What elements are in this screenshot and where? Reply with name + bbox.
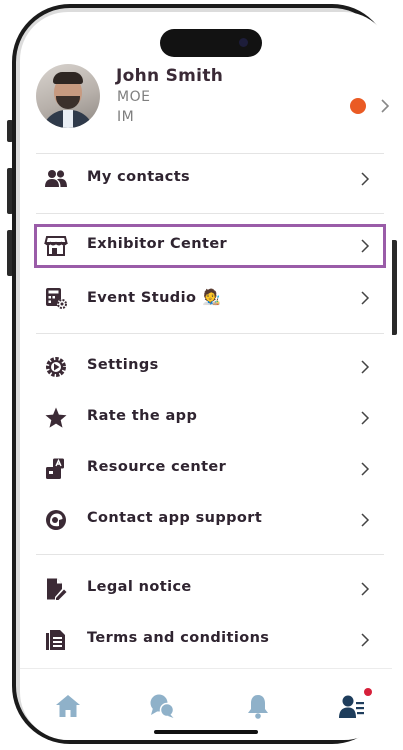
menu-item-legal-notice[interactable]: Legal notice bbox=[34, 571, 382, 607]
chevron-right-icon bbox=[361, 633, 370, 647]
menu-item-event-studio[interactable]: Event Studio 🧑‍🎨 bbox=[34, 280, 382, 316]
menu-label: Contact app support bbox=[87, 510, 263, 526]
divider bbox=[36, 153, 384, 154]
menu-label: Terms and conditions bbox=[87, 630, 270, 646]
menu-item-settings[interactable]: Settings bbox=[34, 349, 382, 385]
bell-icon[interactable] bbox=[244, 692, 272, 720]
profile-role: IM bbox=[117, 109, 135, 125]
menu-item-my-contacts[interactable]: My contacts bbox=[34, 161, 382, 197]
tab-bar-divider bbox=[20, 668, 392, 669]
resource-icon bbox=[46, 458, 64, 479]
divider bbox=[36, 554, 384, 555]
chat-icon[interactable] bbox=[148, 692, 176, 720]
divider bbox=[36, 213, 384, 214]
chevron-right-icon bbox=[361, 291, 370, 305]
chevron-right-icon bbox=[361, 411, 370, 425]
gear-icon bbox=[46, 357, 66, 377]
headset-icon bbox=[46, 510, 66, 530]
profile-name[interactable]: John Smith bbox=[116, 66, 223, 86]
chevron-right-icon bbox=[361, 513, 370, 527]
star-icon bbox=[45, 407, 67, 428]
profile-organization: MOE bbox=[117, 89, 151, 105]
dynamic-island bbox=[160, 29, 262, 57]
chevron-right-icon bbox=[361, 360, 370, 374]
menu-label: Settings bbox=[87, 357, 159, 373]
notification-badge bbox=[364, 688, 372, 696]
menu-label: Legal notice bbox=[87, 579, 192, 595]
divider bbox=[36, 333, 384, 334]
menu-item-terms[interactable]: Terms and conditions bbox=[34, 622, 382, 658]
documents-icon bbox=[46, 630, 65, 650]
chevron-right-icon bbox=[361, 582, 370, 596]
menu-item-contact-support[interactable]: Contact app support bbox=[34, 502, 382, 538]
status-indicator bbox=[350, 98, 366, 114]
chevron-right-icon[interactable] bbox=[378, 97, 392, 115]
avatar[interactable] bbox=[36, 64, 100, 128]
home-indicator bbox=[154, 730, 258, 734]
menu-item-resource-center[interactable]: Resource center bbox=[34, 451, 382, 487]
people-icon bbox=[45, 170, 67, 187]
menu-label: Resource center bbox=[87, 459, 227, 475]
menu-label: Rate the app bbox=[87, 408, 198, 424]
chevron-right-icon bbox=[361, 172, 370, 186]
menu-label: Event Studio 🧑‍🎨 bbox=[87, 288, 222, 306]
calculator-gear-icon bbox=[46, 288, 67, 309]
profile-menu-icon[interactable] bbox=[338, 692, 366, 720]
document-pen-icon bbox=[47, 578, 67, 600]
home-icon[interactable] bbox=[54, 692, 82, 720]
artist-emoji: 🧑‍🎨 bbox=[202, 288, 222, 306]
menu-label: My contacts bbox=[87, 169, 191, 185]
chevron-right-icon bbox=[361, 462, 370, 476]
selection-highlight bbox=[34, 224, 386, 268]
phone-screen: John Smith MOE IM My contacts Exhibitor … bbox=[20, 12, 392, 740]
menu-item-rate-app[interactable]: Rate the app bbox=[34, 400, 382, 436]
